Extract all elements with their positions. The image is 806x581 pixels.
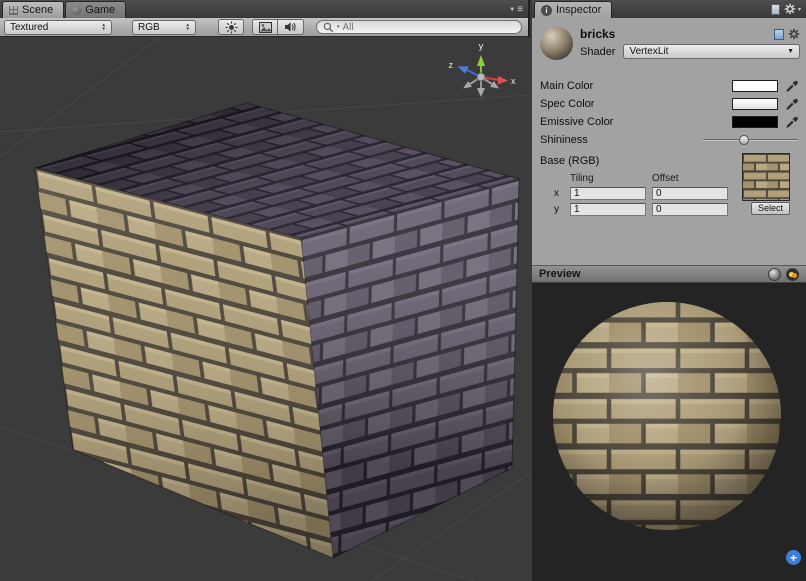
axis-y-label: y xyxy=(554,201,568,217)
shader-row: Shader VertexLit ▼ xyxy=(580,44,800,59)
tab-inspector-label: Inspector xyxy=(556,4,601,16)
search-icon xyxy=(323,22,334,33)
image-icon xyxy=(259,22,272,33)
inspector-body: bricks xyxy=(532,18,806,265)
add-icon[interactable]: + xyxy=(786,550,801,565)
emissive-color-row: Emissive Color xyxy=(532,113,806,131)
tab-scene[interactable]: Scene xyxy=(2,1,64,18)
draw-mode-dropdown[interactable]: Textured ▲▼ xyxy=(4,20,112,35)
scene-tabbar: Scene Game ▼ ≡ xyxy=(0,0,528,18)
info-icon: i xyxy=(541,5,552,16)
help-icon[interactable] xyxy=(774,29,784,40)
spec-color-swatch[interactable] xyxy=(732,98,778,110)
speaker-icon xyxy=(284,21,297,33)
offset-header: Offset xyxy=(652,171,734,185)
view-toggle-group xyxy=(252,19,304,35)
spec-color-label: Spec Color xyxy=(540,98,732,110)
shininess-label: Shininess xyxy=(540,134,703,146)
gear-icon[interactable] xyxy=(788,28,800,40)
preview-sphere-shading xyxy=(553,302,781,530)
slider-thumb[interactable] xyxy=(739,135,749,145)
scene-toolbar: Textured ▲▼ RGB ▲▼ xyxy=(0,18,528,37)
offset-y-input[interactable] xyxy=(652,203,728,216)
offset-x-input[interactable] xyxy=(652,187,728,200)
sun-icon xyxy=(225,21,238,34)
tiling-header: Tiling xyxy=(570,171,650,185)
inspector-panel: i Inspector ▾ xyxy=(532,0,806,581)
shininess-slider[interactable] xyxy=(703,133,798,147)
scene-viewport[interactable]: y x z xyxy=(0,37,528,581)
inspector-menu[interactable]: ▾ xyxy=(780,3,806,18)
audio-toggle-button[interactable] xyxy=(278,19,304,35)
preview-label: Preview xyxy=(539,268,581,280)
render-mode-dropdown[interactable]: RGB ▲▼ xyxy=(132,20,196,35)
emissive-color-swatch[interactable] xyxy=(732,116,778,128)
base-texture-thumbnail[interactable] xyxy=(742,153,790,201)
render-mode-value: RGB xyxy=(138,22,181,33)
select-texture-button[interactable]: Select xyxy=(751,202,790,215)
scene-search-input[interactable]: ▾ All xyxy=(316,20,522,34)
menu-lines-icon: ≡ xyxy=(517,4,523,15)
draw-mode-value: Textured xyxy=(10,22,97,33)
grid-corner xyxy=(554,171,568,185)
search-placeholder: All xyxy=(343,22,354,33)
tab-inspector[interactable]: i Inspector xyxy=(534,1,612,18)
main-color-label: Main Color xyxy=(540,80,732,92)
lighting-toggle-button[interactable] xyxy=(218,19,244,35)
tiling-x-input[interactable] xyxy=(570,187,646,200)
material-info: bricks xyxy=(580,27,800,70)
scene-panel: Scene Game ▼ ≡ Textured ▲▼ RGB xyxy=(0,0,530,581)
material-preview-ball xyxy=(540,27,573,60)
base-rgb-section: Base (RGB) Tiling Offset x y xyxy=(532,153,806,217)
preview-header[interactable]: Preview xyxy=(532,265,806,283)
gizmo-y-label: y xyxy=(479,41,484,51)
material-header: bricks xyxy=(532,18,806,70)
texture-thumb-block: Select xyxy=(738,153,790,215)
gizmo-z-label: z xyxy=(449,60,454,70)
main-color-row: Main Color xyxy=(532,77,806,95)
spec-color-row: Spec Color xyxy=(532,95,806,113)
axis-x-label: x xyxy=(554,185,568,201)
tab-game[interactable]: Game xyxy=(65,1,126,18)
scene-3d-view: y x z xyxy=(0,37,530,581)
tab-scene-label: Scene xyxy=(22,4,53,16)
gear-icon xyxy=(784,3,796,15)
emissive-color-label: Emissive Color xyxy=(540,116,732,128)
skybox-toggle-button[interactable] xyxy=(252,19,278,35)
caret-down-icon: ▼ xyxy=(509,7,515,13)
scene-panel-menu-icon[interactable]: ▼ ≡ xyxy=(509,4,528,18)
shader-dropdown[interactable]: VertexLit ▼ xyxy=(623,44,800,59)
material-name: bricks xyxy=(580,27,770,41)
material-properties: Main Color Spec Color xyxy=(532,77,806,217)
shader-label: Shader xyxy=(580,46,615,58)
main-color-swatch[interactable] xyxy=(732,80,778,92)
page-icon[interactable] xyxy=(771,4,780,15)
eyedropper-icon[interactable] xyxy=(784,97,798,111)
shader-value: VertexLit xyxy=(629,46,782,57)
eyedropper-icon[interactable] xyxy=(784,79,798,93)
updown-arrows-icon: ▲▼ xyxy=(186,23,190,31)
material-name-row: bricks xyxy=(580,27,800,41)
updown-arrows-icon: ▲▼ xyxy=(102,23,106,31)
unity-editor-window: Scene Game ▼ ≡ Textured ▲▼ RGB xyxy=(0,0,806,581)
tab-game-label: Game xyxy=(85,4,115,16)
shininess-row: Shininess xyxy=(532,131,806,149)
gizmo-x-label: x xyxy=(511,76,516,86)
grid-icon xyxy=(9,6,18,15)
eyedropper-icon[interactable] xyxy=(784,115,798,129)
preview-lights-toggle-icon[interactable] xyxy=(786,268,799,281)
inspector-tabbar: i Inspector ▾ xyxy=(532,0,806,18)
game-icon xyxy=(72,6,81,15)
caret-down-icon: ▾ xyxy=(337,24,340,30)
preview-sphere-toggle-icon[interactable] xyxy=(768,268,781,281)
slider-track xyxy=(703,139,798,141)
preview-sphere-view xyxy=(532,283,806,581)
caret-down-icon: ▼ xyxy=(787,48,794,55)
gizmo-center-ball xyxy=(477,73,485,81)
material-preview-area[interactable]: + xyxy=(532,283,806,581)
caret-down-icon: ▾ xyxy=(798,6,801,13)
tiling-y-input[interactable] xyxy=(570,203,646,216)
